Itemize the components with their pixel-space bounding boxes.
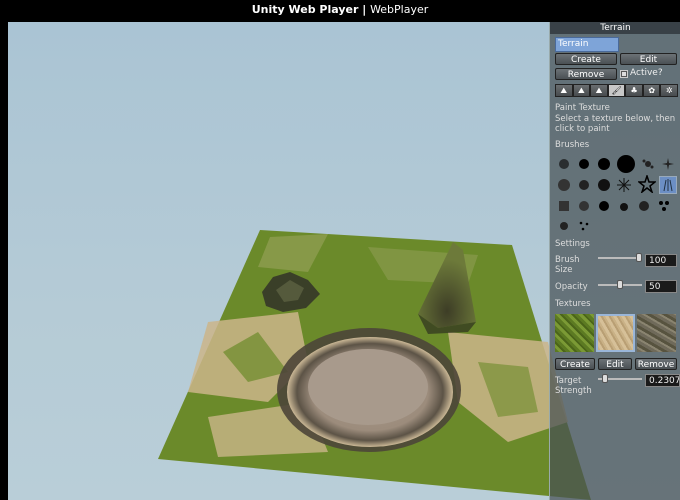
edit-texture-button[interactable]: Edit: [598, 358, 632, 370]
leaf-brush-icon[interactable]: [635, 197, 653, 215]
raise-terrain-icon[interactable]: ⛰: [555, 84, 573, 97]
create-texture-button[interactable]: Create: [555, 358, 595, 370]
streak-brush-icon[interactable]: [555, 197, 573, 215]
star-brush-icon[interactable]: [637, 174, 657, 194]
brush-size-input[interactable]: 100: [645, 254, 677, 267]
panel-title: Terrain: [550, 22, 680, 34]
section-title: Paint Texture: [555, 103, 610, 113]
opacity-slider-knob[interactable]: [617, 280, 623, 289]
smooth-height-icon[interactable]: ⛰: [590, 84, 608, 97]
star-splatter-brush-icon[interactable]: [659, 155, 677, 173]
round-brush-medium-icon[interactable]: [595, 155, 613, 173]
brush-size-label-line2: Size: [555, 265, 573, 275]
active-checkbox[interactable]: [620, 70, 628, 78]
create-terrain-button[interactable]: Create: [555, 53, 617, 65]
remove-terrain-button[interactable]: Remove: [555, 68, 617, 80]
brush-size-label-line1: Brush: [555, 255, 580, 265]
help-text-line2: click to paint: [555, 124, 610, 134]
paint-details-icon[interactable]: ✿: [642, 84, 661, 97]
target-strength-slider-knob[interactable]: [602, 374, 608, 383]
window-subtitle: WebPlayer: [370, 3, 429, 16]
remove-texture-button[interactable]: Remove: [635, 358, 677, 370]
place-trees-icon[interactable]: ♣: [625, 84, 643, 97]
window-title-bar: Unity Web Player | WebPlayer: [0, 0, 680, 22]
target-strength-label-line2: Strength: [555, 386, 592, 396]
settings-label: Settings: [555, 239, 590, 249]
terrain-tool-bar: ⛰ ⛰ ⛰ 🖌 ♣ ✿ ✲: [555, 84, 679, 97]
edit-terrain-button[interactable]: Edit: [620, 53, 677, 65]
grass-brush-icon[interactable]: [659, 176, 677, 194]
sand-texture-thumbnail[interactable]: [596, 314, 635, 352]
noise-brush-icon[interactable]: [575, 176, 593, 194]
paint-height-icon[interactable]: ⛰: [572, 84, 591, 97]
spark-brush-icon[interactable]: [615, 176, 633, 194]
blotch-brush-icon[interactable]: [575, 197, 593, 215]
cloud-brush-icon[interactable]: [555, 176, 573, 194]
brush-size-slider-knob[interactable]: [636, 253, 642, 262]
splotch-brush-icon[interactable]: [615, 197, 633, 215]
dots-brush-icon[interactable]: [655, 197, 673, 215]
rock-texture-thumbnail[interactable]: [637, 314, 676, 352]
ink-brush-icon[interactable]: [595, 197, 613, 215]
opacity-input[interactable]: 50: [645, 280, 677, 293]
settings-icon[interactable]: ✲: [660, 84, 679, 97]
scatter-brush-icon[interactable]: [555, 217, 573, 235]
active-label: Active?: [630, 68, 663, 78]
paint-texture-icon[interactable]: 🖌: [607, 84, 626, 97]
rough-brush-icon[interactable]: [595, 176, 613, 194]
target-strength-input[interactable]: 0.23076: [645, 374, 680, 387]
terrain-panel: Terrain Terrain Create Edit Remove Activ…: [549, 22, 680, 500]
window-title: Unity Web Player: [251, 3, 359, 16]
textures-label: Textures: [555, 299, 591, 309]
splatter-brush-icon[interactable]: [639, 155, 657, 173]
dotted-brush-icon[interactable]: [575, 217, 593, 235]
round-brush-large-icon[interactable]: [615, 153, 637, 175]
grass-texture-thumbnail[interactable]: [555, 314, 594, 352]
soft-brush-icon[interactable]: [555, 155, 573, 173]
terrain-name-field[interactable]: Terrain: [555, 37, 619, 52]
round-brush-small-icon[interactable]: [575, 155, 593, 173]
opacity-label: Opacity: [555, 282, 588, 292]
terrain-mesh: [158, 230, 591, 500]
target-strength-label-line1: Target: [555, 376, 582, 386]
brushes-label: Brushes: [555, 140, 590, 150]
help-text-line1: Select a texture below, then: [555, 114, 676, 124]
